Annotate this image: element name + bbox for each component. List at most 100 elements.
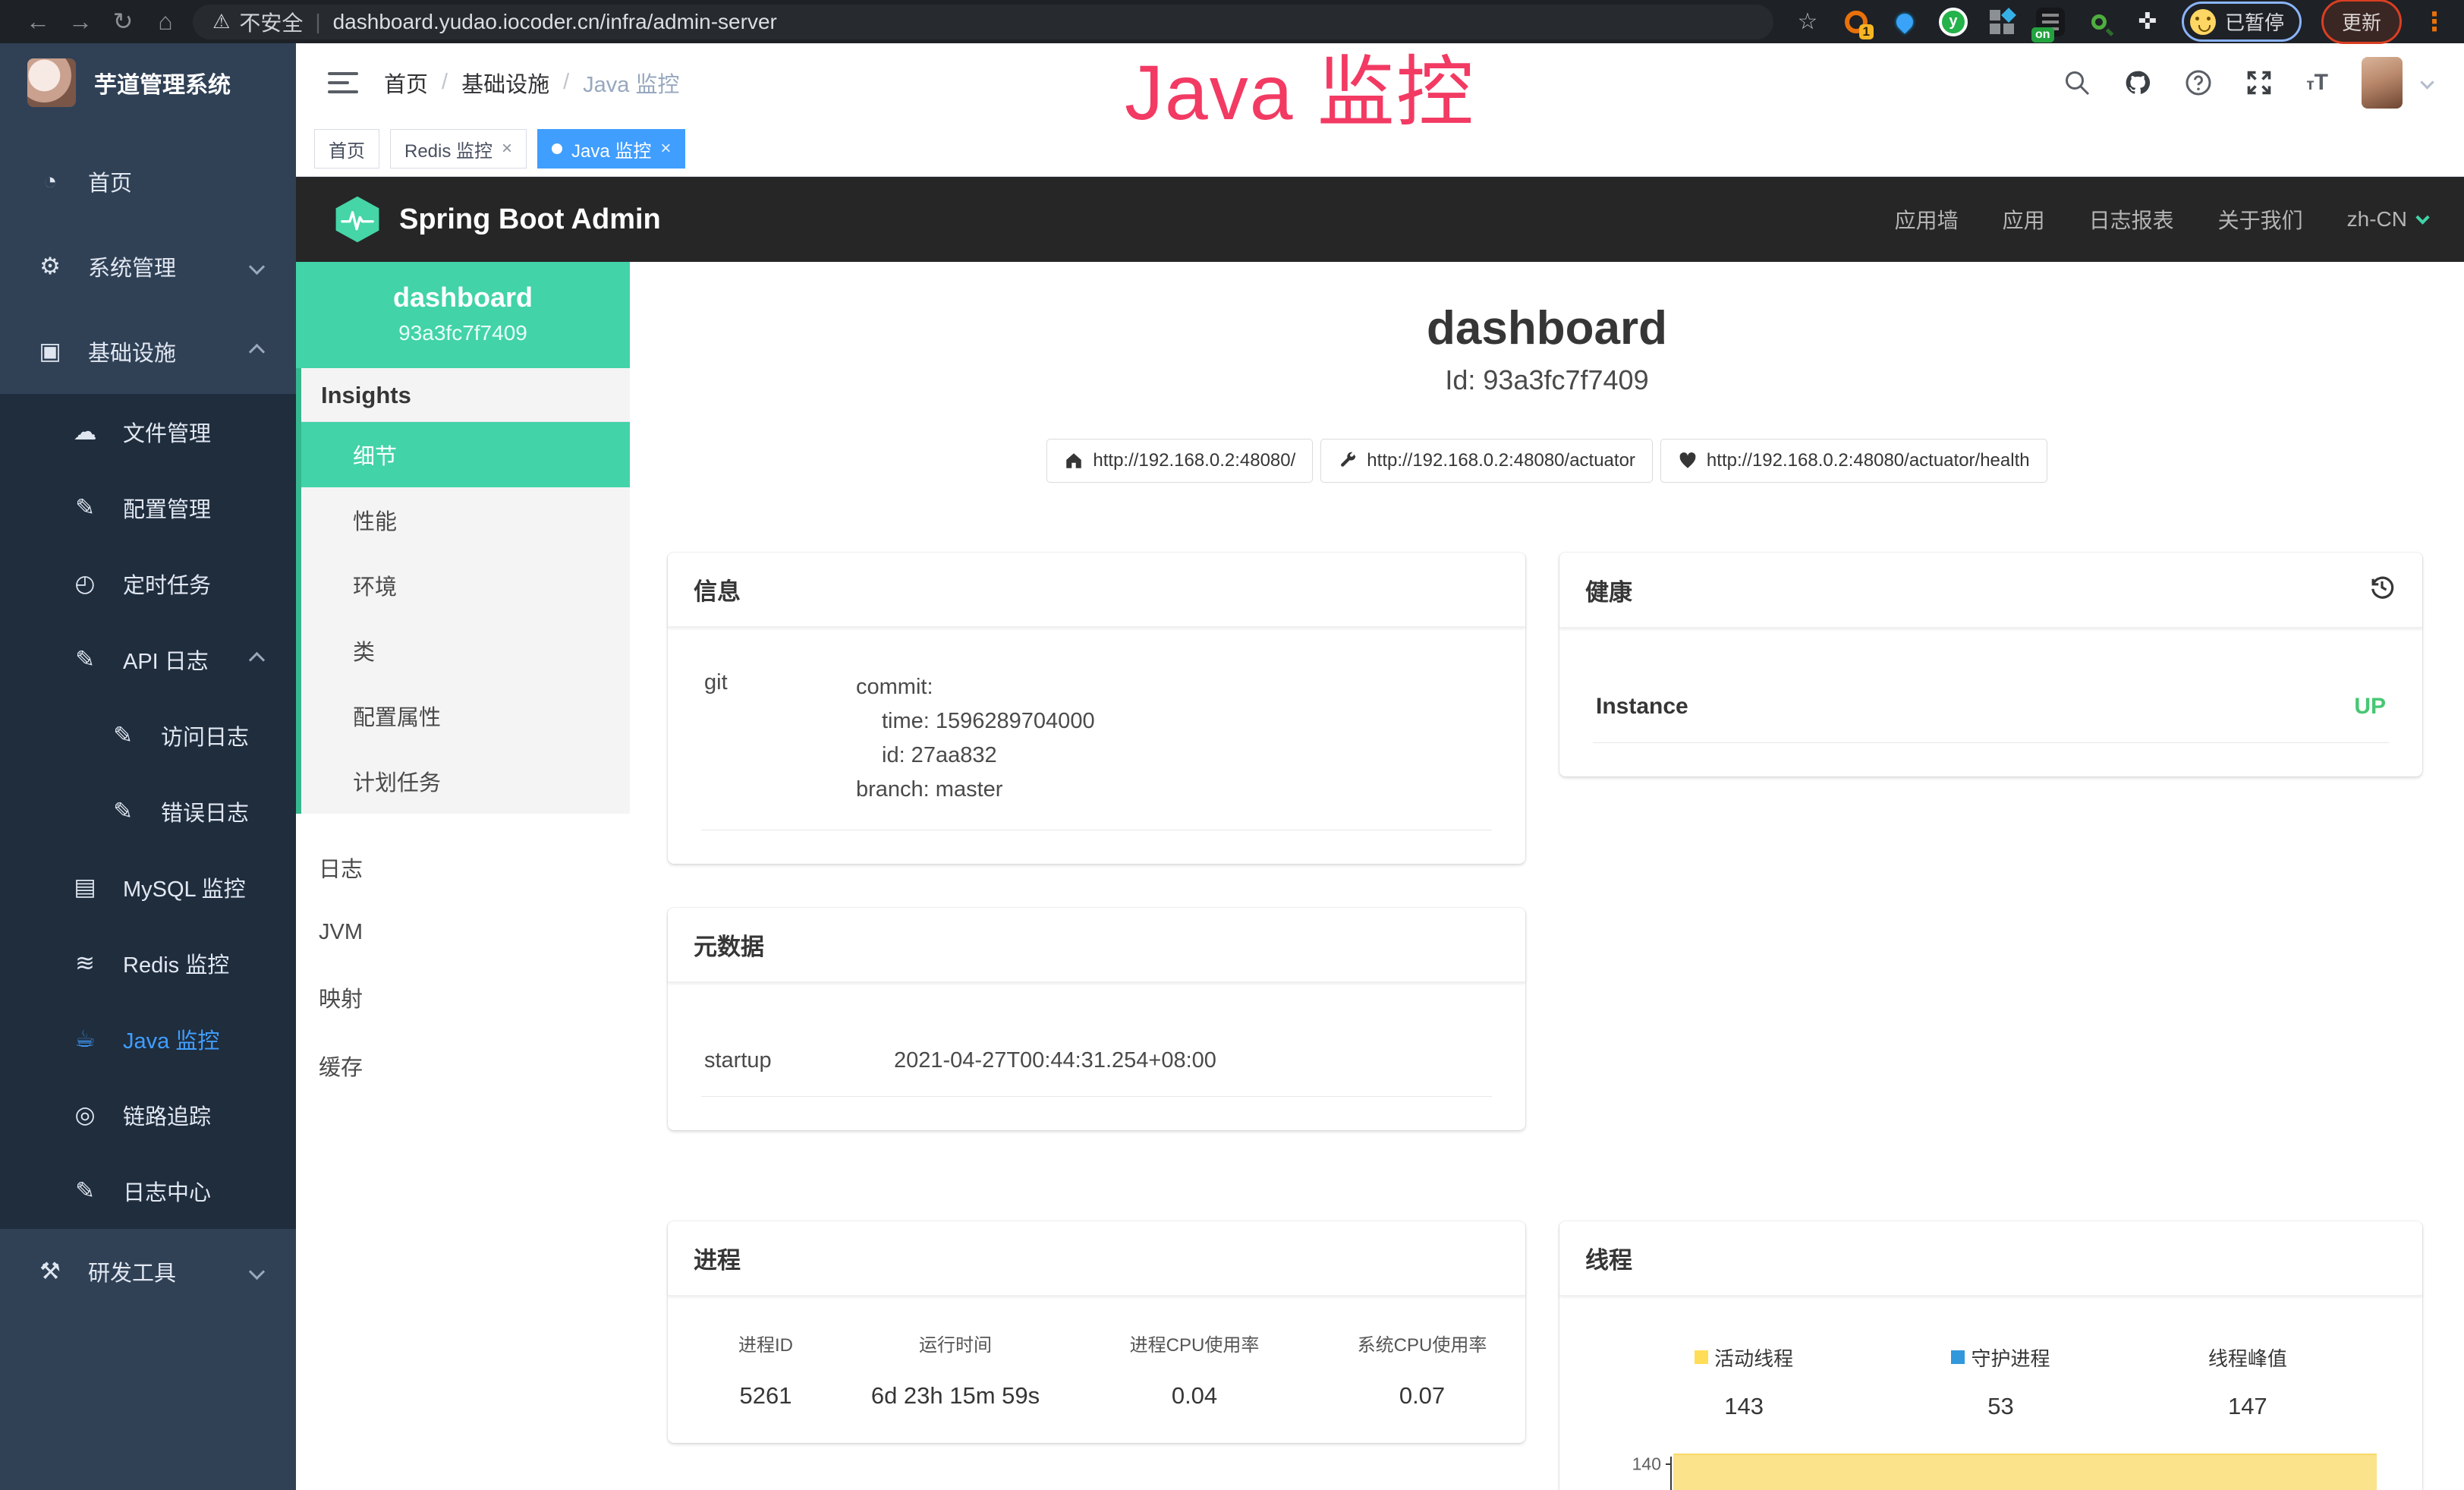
close-icon[interactable]: × xyxy=(502,138,512,159)
sidebar-item-dev-tools[interactable]: ⚒ 研发工具 xyxy=(0,1229,296,1314)
sba-link-journal[interactable]: 日志报表 xyxy=(2089,204,2174,235)
sba-item-classes[interactable]: 类 xyxy=(301,618,630,683)
tab-java-monitor[interactable]: Java 监控 × xyxy=(537,129,685,169)
legend-live-threads: 活动线程 143 xyxy=(1695,1344,1793,1420)
threads-card: 线程 活动线程 143 守护进程 xyxy=(1559,1221,2422,1490)
service-url-button[interactable]: http://192.168.0.2:48080/ xyxy=(1046,439,1313,483)
sidebar-item-file-management[interactable]: ☁ 文件管理 xyxy=(0,394,296,470)
toolbox-icon: ⚒ xyxy=(35,1258,65,1285)
timer-icon: ◴ xyxy=(70,570,100,597)
sba-item-caches[interactable]: 缓存 xyxy=(296,1032,630,1100)
sba-logo-icon xyxy=(332,194,382,244)
sba-item-config-props[interactable]: 配置属性 xyxy=(301,683,630,748)
app-title: 芋道管理系统 xyxy=(94,66,231,99)
page-title: dashboard xyxy=(630,301,2464,355)
app-logo-image xyxy=(27,58,76,107)
sba-sidebar: dashboard 93a3fc7f7409 Insights 细节 性能 环境… xyxy=(296,262,630,1490)
sidebar-item-system-management[interactable]: ⚙ 系统管理 xyxy=(0,224,296,309)
log-edit-icon: ✎ xyxy=(70,1177,100,1205)
extension-y-icon[interactable]: y xyxy=(1939,8,1968,36)
health-url-button[interactable]: http://192.168.0.2:48080/actuator/health xyxy=(1660,439,2047,483)
address-bar[interactable]: ⚠ 不安全 | dashboard.yudao.iocoder.cn/infra… xyxy=(193,5,1773,39)
extension-grid-icon[interactable] xyxy=(1987,8,2016,36)
sidebar-item-config-management[interactable]: ✎ 配置管理 xyxy=(0,470,296,546)
extensions-puzzle-icon[interactable]: ✜ xyxy=(2133,8,2162,36)
fullscreen-icon[interactable] xyxy=(2245,69,2273,96)
endpoint-buttons: http://192.168.0.2:48080/ http://192.168… xyxy=(630,439,2464,483)
sidebar-item-error-logs[interactable]: ✎ 错误日志 xyxy=(0,773,296,849)
threads-card-title: 线程 xyxy=(1559,1221,2422,1296)
github-icon[interactable] xyxy=(2124,69,2151,96)
threads-chart: 140 120 100 xyxy=(1593,1454,2389,1490)
process-id-value: 5261 xyxy=(701,1382,830,1410)
info-card-title: 信息 xyxy=(668,553,1525,628)
sba-locale-select[interactable]: zh-CN xyxy=(2347,207,2428,232)
sba-item-metrics[interactable]: 性能 xyxy=(301,487,630,553)
browser-update-button[interactable]: 更新 xyxy=(2321,0,2402,44)
font-size-icon[interactable]: тT xyxy=(2306,70,2328,96)
sba-link-applications[interactable]: 应用 xyxy=(2003,204,2045,235)
sba-app-header[interactable]: dashboard 93a3fc7f7409 xyxy=(296,262,630,368)
hamburger-menu-icon[interactable] xyxy=(328,72,358,93)
gear-icon: ⚙ xyxy=(35,253,65,280)
sidebar-item-mysql-monitor[interactable]: ▤ MySQL 监控 xyxy=(0,849,296,925)
breadcrumb-home[interactable]: 首页 xyxy=(384,67,428,99)
extension-pin-icon[interactable] xyxy=(1890,8,1919,36)
sidebar-item-trace[interactable]: ◎ 链路追踪 xyxy=(0,1077,296,1153)
metadata-card: 元数据 startup 2021-04-27T00:44:31.254+08:0… xyxy=(668,908,1525,1130)
info-git-row: git commit: time: 1596289704000 id: 27aa… xyxy=(701,654,1492,830)
close-icon[interactable]: × xyxy=(660,138,671,159)
home-icon xyxy=(1064,451,1084,471)
search-icon[interactable] xyxy=(2063,69,2091,96)
actuator-url-button[interactable]: http://192.168.0.2:48080/actuator xyxy=(1320,439,1653,483)
sidebar-item-redis-monitor[interactable]: ≋ Redis 监控 xyxy=(0,925,296,1001)
tab-redis-monitor[interactable]: Redis 监控 × xyxy=(390,129,527,169)
sidebar-item-access-logs[interactable]: ✎ 访问日志 xyxy=(0,698,296,773)
sidebar-item-home[interactable]: ◔ 首页 xyxy=(0,139,296,224)
browser-forward-button[interactable]: → xyxy=(59,0,102,43)
sba-item-environment[interactable]: 环境 xyxy=(301,553,630,618)
cloud-upload-icon: ☁ xyxy=(70,418,100,446)
sba-insights-title: Insights xyxy=(301,368,630,422)
browser-back-button[interactable]: ← xyxy=(17,0,59,43)
browser-reload-button[interactable]: ↻ xyxy=(102,0,144,43)
bookmark-star-icon[interactable]: ☆ xyxy=(1793,8,1822,36)
sba-app-id: 93a3fc7f7409 xyxy=(304,321,622,345)
help-icon[interactable] xyxy=(2185,69,2212,96)
sba-root-group: 日志 JVM 映射 缓存 xyxy=(296,814,630,1100)
url-divider: | xyxy=(315,10,320,34)
sidebar-item-scheduled-tasks[interactable]: ◴ 定时任务 xyxy=(0,546,296,622)
dashboard-icon: ◔ xyxy=(35,168,65,195)
extension-list-icon[interactable]: on xyxy=(2036,8,2065,36)
chevron-down-icon xyxy=(249,258,265,274)
breadcrumb-infrastructure[interactable]: 基础设施 xyxy=(461,67,549,99)
sidebar-item-java-monitor[interactable]: ☕ Java 监控 xyxy=(0,1001,296,1077)
user-avatar[interactable] xyxy=(2362,57,2403,109)
browser-home-button[interactable]: ⌂ xyxy=(144,0,187,43)
sidebar-item-api-logs[interactable]: ✎ API 日志 xyxy=(0,622,296,698)
sidebar-item-log-center[interactable]: ✎ 日志中心 xyxy=(0,1153,296,1229)
tab-home[interactable]: 首页 xyxy=(314,129,379,169)
app-logo-row[interactable]: 芋道管理系统 xyxy=(0,43,296,118)
sba-item-logs[interactable]: 日志 xyxy=(296,833,630,902)
history-icon[interactable] xyxy=(2368,572,2396,607)
uptime-value: 6d 23h 15m 59s xyxy=(830,1382,1081,1410)
process-cpu-value: 0.04 xyxy=(1081,1382,1308,1410)
sba-item-scheduled-tasks[interactable]: 计划任务 xyxy=(301,748,630,814)
sba-item-jvm[interactable]: JVM xyxy=(296,902,630,963)
sba-item-mappings[interactable]: 映射 xyxy=(296,963,630,1032)
system-cpu-value: 0.07 xyxy=(1308,1382,1536,1410)
process-card-title: 进程 xyxy=(668,1221,1525,1296)
sba-brand[interactable]: Spring Boot Admin xyxy=(332,194,661,244)
sidebar-item-infrastructure[interactable]: ▣ 基础设施 xyxy=(0,309,296,394)
heartbeat-icon xyxy=(1678,451,1698,471)
sba-link-wallboard[interactable]: 应用墙 xyxy=(1895,204,1959,235)
sba-item-details[interactable]: 细节 xyxy=(301,422,630,487)
edit-icon: ✎ xyxy=(70,494,100,521)
extension-colorzilla-icon[interactable]: 1 xyxy=(1842,8,1871,36)
extension-magnifier-icon[interactable] xyxy=(2085,8,2113,36)
sba-link-about[interactable]: 关于我们 xyxy=(2218,204,2303,235)
profile-paused-badge[interactable]: 已暂停 xyxy=(2182,2,2302,42)
browser-menu-icon[interactable]: ⋮ xyxy=(2422,7,2447,37)
user-menu-caret-icon[interactable] xyxy=(2420,75,2434,89)
